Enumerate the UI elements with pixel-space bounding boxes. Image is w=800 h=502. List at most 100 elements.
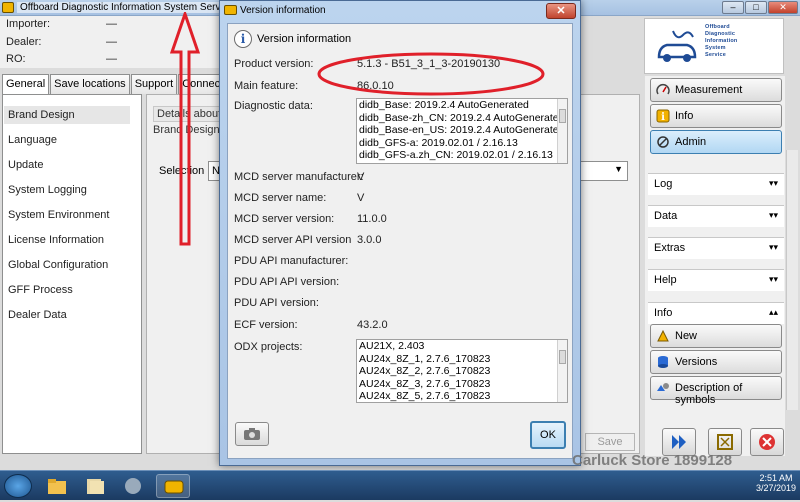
list-item[interactable]: AU21X, 2.403 [357, 340, 567, 353]
nav-item-gff-process[interactable]: GFF Process [4, 281, 130, 299]
ro-label: RO: [6, 53, 26, 65]
chevron-down-icon: ▼ [614, 164, 623, 174]
admin-icon [657, 136, 669, 148]
new-icon [657, 329, 669, 342]
system-clock[interactable]: 2:51 AM 3/27/2019 [756, 473, 796, 493]
maximize-button[interactable]: □ [745, 1, 767, 14]
section-help[interactable]: Help ▾▾ [648, 269, 784, 291]
list-item[interactable]: didb_Base-zh_CN: 2019.2.4 AutoGenerated [357, 112, 567, 125]
mcd-api-version-value: 3.0.0 [357, 234, 382, 246]
info-button[interactable]: i Info [650, 104, 782, 128]
info-circle-icon: i [234, 30, 252, 48]
dialog-header-text: Version information [257, 33, 352, 45]
versions-button[interactable]: Versions [650, 350, 782, 374]
section-help-label: Help [654, 274, 677, 286]
nav-item-system-environment[interactable]: System Environment [4, 206, 130, 224]
section-info[interactable]: Info ▴▴ [648, 302, 784, 324]
section-data[interactable]: Data ▾▾ [648, 205, 784, 227]
logo-line: Offboard [705, 24, 730, 30]
section-extras-label: Extras [654, 242, 686, 254]
admin-tabs: General Save locations Support Connectio… [2, 74, 248, 94]
chevron-down-icon: ▾▾ [768, 210, 778, 220]
nav-item-update[interactable]: Update [4, 156, 130, 174]
screenshot-button[interactable] [235, 422, 269, 446]
gauge-icon [656, 84, 670, 95]
dialog-close-button[interactable]: ✕ [546, 3, 576, 19]
list-item[interactable]: didb_GFS-a: 2019.02.01 / 2.16.13 [357, 137, 567, 150]
chevron-down-icon: ▾▾ [768, 178, 778, 188]
list-scrollbar[interactable] [557, 99, 567, 163]
dealer-value: — [106, 36, 117, 48]
section-info-label: Info [654, 307, 673, 319]
mcd-api-version-label: MCD server API version [234, 234, 352, 246]
section-log[interactable]: Log ▾▾ [648, 173, 784, 195]
start-button[interactable] [4, 474, 32, 498]
odx-projects-list[interactable]: AU21X, 2.403 AU24x_8Z_1, 2.7.6_170823 AU… [356, 339, 568, 403]
svg-text:i: i [661, 112, 665, 123]
save-button[interactable]: Save [585, 433, 635, 451]
admin-button[interactable]: Admin [650, 130, 782, 154]
section-extras[interactable]: Extras ▾▾ [648, 237, 784, 259]
taskbar-tool-button[interactable] [116, 474, 150, 498]
dialog-header: i Version information [232, 30, 572, 52]
list-scrollbar[interactable] [557, 340, 567, 402]
importer-value: — [106, 18, 117, 30]
ecf-version-label: ECF version: [234, 319, 298, 331]
list-item[interactable]: AU24x_8Z_2, 2.7.6_170823 [357, 365, 567, 378]
store-watermark: Carluck Store 1899128 [572, 452, 733, 469]
logo-text: Offboard Diagnostic Information System S… [705, 24, 737, 59]
tab-general[interactable]: General [2, 74, 50, 94]
mcd-name-label: MCD server name: [234, 192, 327, 204]
ecf-version-value: 43.2.0 [357, 319, 388, 331]
importer-row: Importer: — [6, 18, 117, 30]
list-item[interactable]: AU24x_8Z_3, 2.7.6_170823 [357, 378, 567, 391]
measurement-button[interactable]: Measurement [650, 78, 782, 102]
logo-line: Information [705, 38, 738, 44]
tab-save-locations[interactable]: Save locations [50, 74, 130, 94]
nav-item-global-configuration[interactable]: Global Configuration [4, 256, 130, 274]
tool-icon [125, 478, 141, 494]
mcd-version-label: MCD server version: [234, 213, 335, 225]
app-icon [2, 2, 14, 13]
cancel-red-button[interactable] [750, 428, 784, 456]
list-item[interactable]: didb_Base-en_US: 2019.2.4 AutoGenerated [357, 124, 567, 137]
red-highlight-ellipse [317, 52, 545, 96]
nav-item-system-logging[interactable]: System Logging [4, 181, 130, 199]
nav-item-dealer-data[interactable]: Dealer Data [4, 306, 130, 324]
diagnostic-data-label: Diagnostic data: [234, 100, 313, 112]
scroll-thumb[interactable] [559, 350, 566, 364]
pdu-manufacturer-label: PDU API manufacturer: [234, 255, 349, 267]
chevron-up-icon: ▴▴ [768, 307, 778, 317]
pdu-api-api-version-label: PDU API API version: [234, 276, 340, 288]
double-chevron-right-icon [672, 435, 686, 449]
description-of-symbols-button[interactable]: Description of symbols [650, 376, 782, 406]
taskbar-odis-button[interactable] [156, 474, 190, 498]
mcd-manufacturer-label: MCD server manufacturer: [234, 171, 364, 183]
taskbar-files-button[interactable] [78, 474, 112, 498]
odis-logo: Offboard Diagnostic Information System S… [644, 18, 784, 74]
nav-item-brand-design[interactable]: Brand Design [4, 106, 130, 124]
red-annotation-arrow [170, 12, 200, 246]
diagnostic-data-list[interactable]: didb_Base: 2019.2.4 AutoGenerated didb_B… [356, 98, 568, 164]
taskbar-explorer-button[interactable] [40, 474, 74, 498]
list-item[interactable]: AU24x_8Z_5, 2.7.6_170823 [357, 390, 567, 402]
scroll-thumb[interactable] [559, 109, 566, 123]
logo-line: System [705, 45, 726, 51]
nav-item-license-information[interactable]: License Information [4, 231, 130, 249]
odx-projects-label: ODX projects: [234, 341, 303, 353]
right-panel-scrollbar[interactable] [786, 150, 798, 410]
list-item[interactable]: didb_GFS-a.zh_CN: 2019.02.01 / 2.16.13 [357, 149, 567, 162]
ro-value: — [106, 53, 117, 65]
nav-item-language[interactable]: Language [4, 131, 130, 149]
importer-label: Importer: [6, 18, 51, 30]
list-item[interactable]: didb_Base: 2019.2.4 AutoGenerated [357, 99, 567, 112]
versions-label: Versions [675, 356, 718, 368]
odis-app-icon [164, 480, 184, 494]
ok-button[interactable]: OK [530, 421, 566, 449]
ro-row: RO: — [6, 53, 117, 65]
close-button[interactable]: ✕ [768, 1, 798, 14]
clock-time: 2:51 AM [759, 473, 793, 483]
new-button[interactable]: New [650, 324, 782, 348]
list-item[interactable]: AU24x_8Z_1, 2.7.6_170823 [357, 353, 567, 366]
minimize-button[interactable]: – [722, 1, 744, 14]
